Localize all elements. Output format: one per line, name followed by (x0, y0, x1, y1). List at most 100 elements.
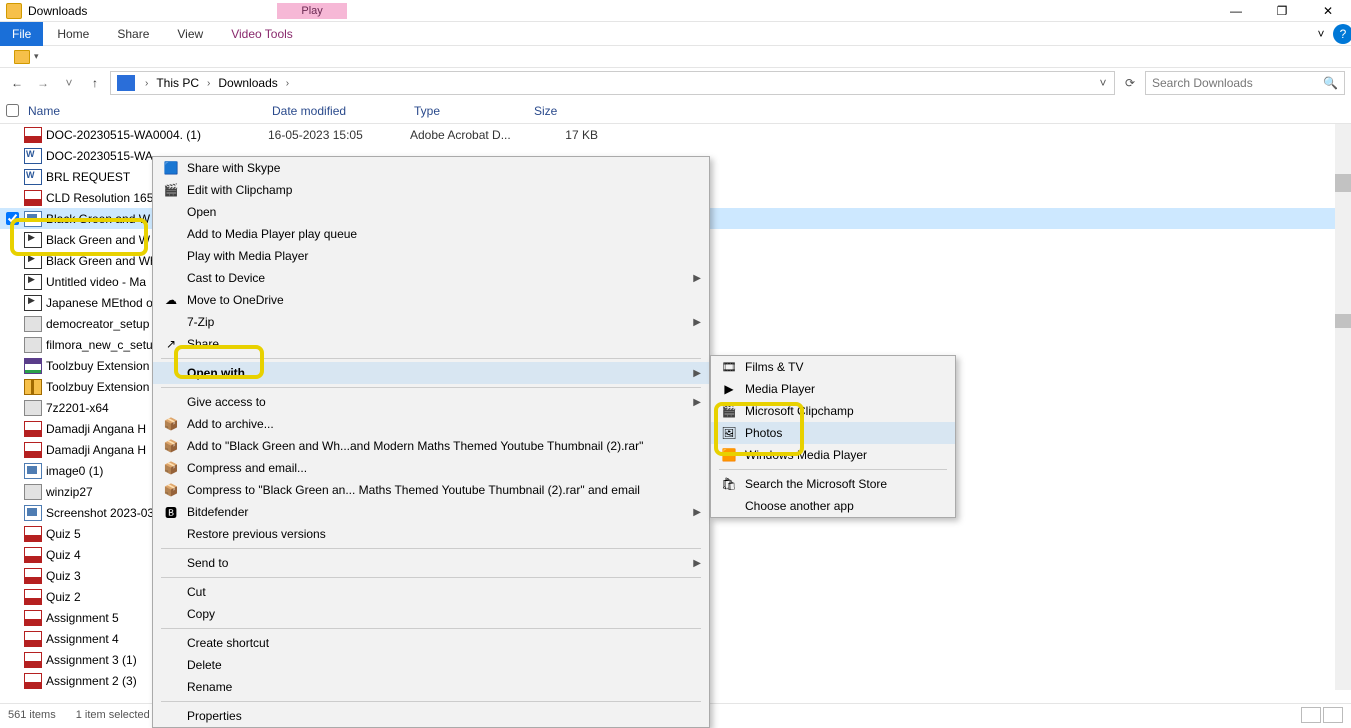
col-type[interactable]: Type (410, 104, 530, 118)
view-large-button[interactable] (1323, 707, 1343, 723)
crumb-this-pc[interactable]: This PC (154, 76, 201, 90)
quick-access-dropdown-icon[interactable]: ▾ (34, 51, 39, 62)
back-button[interactable]: ← (6, 72, 28, 94)
i-pdf-icon (24, 526, 42, 542)
view-details-button[interactable] (1301, 707, 1321, 723)
file-name: CLD Resolution 165 (46, 191, 153, 205)
menu-item[interactable]: 7-Zip▶ (153, 311, 709, 333)
menu-item[interactable]: Send to ▶ (153, 552, 709, 574)
chevron-right-icon[interactable]: › (139, 78, 154, 89)
submenu-arrow-icon: ▶ (693, 397, 701, 408)
menu-item[interactable]: 📦Compress and email... (153, 457, 709, 479)
file-name: filmora_new_c_setu (46, 338, 153, 352)
col-name[interactable]: Name (24, 104, 268, 118)
i-zip-icon (24, 379, 42, 395)
chevron-right-icon[interactable]: › (201, 78, 216, 89)
menu-item-label: Compress to "Black Green an... Maths The… (187, 483, 685, 497)
file-name: Screenshot 2023-03 (46, 506, 154, 520)
menu-item[interactable]: 📦Add to archive... (153, 413, 709, 435)
select-all-checkbox[interactable] (0, 103, 24, 119)
menu-item-icon: ▶ (719, 382, 739, 396)
file-row[interactable]: DOC-20230515-WA0004. (1)16-05-2023 15:05… (0, 124, 1351, 145)
address-dropdown-icon[interactable]: ˅ (1094, 76, 1112, 90)
i-rar-icon (24, 358, 42, 374)
row-checkbox[interactable] (0, 212, 24, 225)
i-vid-icon (24, 295, 42, 311)
search-input[interactable]: Search Downloads 🔍 (1145, 71, 1345, 95)
menu-item[interactable]: Give access to▶ (153, 391, 709, 413)
menu-item[interactable]: 🎬Edit with Clipchamp (153, 179, 709, 201)
maximize-button[interactable]: ❐ (1259, 0, 1305, 22)
menu-item[interactable]: 🎞Films & TV (711, 356, 955, 378)
menu-item[interactable]: 📦Compress to "Black Green an... Maths Th… (153, 479, 709, 501)
menu-item[interactable]: Restore previous versions (153, 523, 709, 545)
menu-item[interactable]: Open (153, 201, 709, 223)
menu-item[interactable]: 🟧Windows Media Player (711, 444, 955, 466)
menu-item[interactable]: Choose another app (711, 495, 955, 517)
scrollbar-thumb[interactable] (1335, 174, 1351, 192)
tab-view[interactable]: View (163, 22, 217, 46)
help-icon[interactable]: ? (1333, 24, 1351, 44)
submenu-arrow-icon: ▶ (693, 317, 701, 328)
tab-home[interactable]: Home (43, 22, 103, 46)
submenu-arrow-icon: ▶ (693, 507, 701, 518)
tab-file[interactable]: File (0, 22, 43, 46)
refresh-button[interactable]: ⟳ (1119, 76, 1141, 90)
navigation-row: ← → ˅ ↑ › This PC › Downloads › ˅ ⟳ Sear… (0, 68, 1351, 98)
menu-item[interactable]: 🎬Microsoft Clipchamp (711, 400, 955, 422)
menu-item[interactable]: 🟦Share with Skype (153, 157, 709, 179)
scrollbar-thumb[interactable] (1335, 314, 1351, 328)
menu-item[interactable]: 🛍Search the Microsoft Store (711, 473, 955, 495)
menu-item-icon: 🟦 (161, 161, 181, 175)
menu-item[interactable]: Copy (153, 603, 709, 625)
i-vid-icon (24, 274, 42, 290)
menu-item-icon: 📦 (161, 417, 181, 431)
menu-item[interactable]: ↗Share (153, 333, 709, 355)
forward-button[interactable]: → (32, 72, 54, 94)
file-name: Black Green and Wh (46, 254, 157, 268)
menu-item[interactable]: Properties (153, 705, 709, 727)
tab-video-tools[interactable]: Video Tools (217, 22, 307, 46)
i-pdf-icon (24, 631, 42, 647)
i-exe-icon (24, 484, 42, 500)
menu-item[interactable]: ☁Move to OneDrive (153, 289, 709, 311)
file-name: Black Green and W (46, 233, 150, 247)
tab-share[interactable]: Share (103, 22, 163, 46)
address-bar[interactable]: › This PC › Downloads › ˅ (110, 71, 1115, 95)
i-img-icon (24, 463, 42, 479)
recent-dropdown-icon[interactable]: ˅ (58, 72, 80, 94)
titlebar: Downloads Play — ❐ ✕ (0, 0, 1351, 22)
col-date[interactable]: Date modified (268, 104, 410, 118)
col-size[interactable]: Size (530, 104, 604, 118)
ribbon-expand-icon[interactable]: ˅ (1309, 27, 1333, 41)
scrollbar[interactable] (1335, 124, 1351, 690)
crumb-downloads[interactable]: Downloads (216, 76, 279, 90)
close-button[interactable]: ✕ (1305, 0, 1351, 22)
menu-item[interactable]: Cut (153, 581, 709, 603)
menu-item[interactable]: Create shortcut (153, 632, 709, 654)
chevron-right-icon[interactable]: › (280, 78, 295, 89)
menu-item[interactable]: Play with Media Player (153, 245, 709, 267)
menu-item-label: Windows Media Player (745, 448, 931, 462)
submenu-arrow-icon: ▶ (693, 558, 701, 569)
quick-access-folder-icon[interactable] (14, 50, 30, 64)
menu-item[interactable]: 📦Add to "Black Green and Wh...and Modern… (153, 435, 709, 457)
menu-item-label: Create shortcut (187, 636, 685, 650)
i-pdf-icon (24, 652, 42, 668)
file-date: 16-05-2023 15:05 (268, 128, 410, 142)
menu-item[interactable]: ▶Media Player (711, 378, 955, 400)
menu-item-icon: 🛍 (719, 477, 739, 491)
search-placeholder: Search Downloads (1152, 76, 1253, 90)
menu-item[interactable]: Add to Media Player play queue (153, 223, 709, 245)
menu-item[interactable]: 🅱Bitdefender▶ (153, 501, 709, 523)
downloads-location-icon[interactable] (117, 75, 135, 91)
menu-item[interactable]: Open with▶ (153, 362, 709, 384)
menu-item[interactable]: 🖼Photos (711, 422, 955, 444)
i-pdf-icon (24, 547, 42, 563)
minimize-button[interactable]: — (1213, 0, 1259, 22)
menu-item[interactable]: Rename (153, 676, 709, 698)
up-button[interactable]: ↑ (84, 72, 106, 94)
menu-item[interactable]: Delete (153, 654, 709, 676)
menu-item-label: Send to (187, 556, 685, 570)
menu-item[interactable]: Cast to Device▶ (153, 267, 709, 289)
